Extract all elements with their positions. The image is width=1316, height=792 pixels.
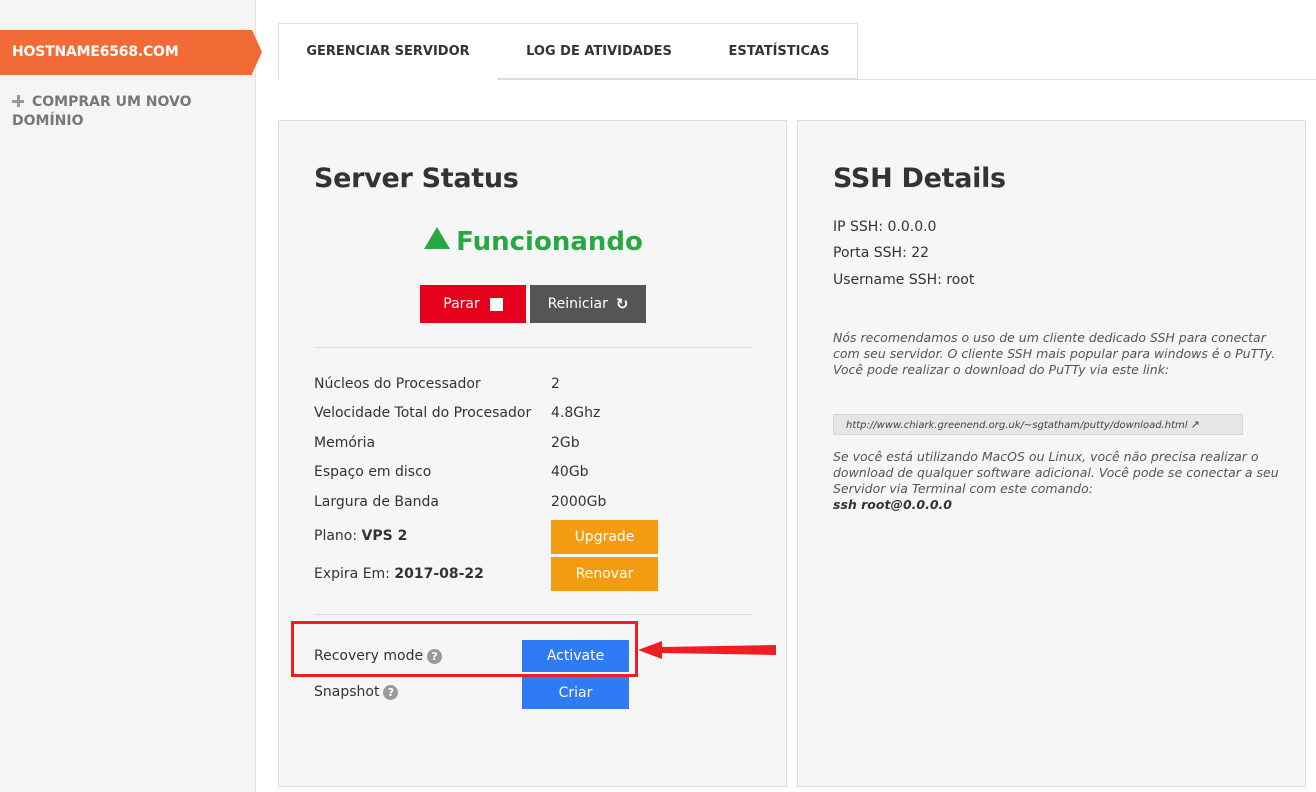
expires-row: Expira Em: 2017-08-22 — [314, 566, 484, 582]
renew-label: Renovar — [575, 566, 634, 582]
divider — [314, 347, 752, 348]
create-snapshot-button[interactable]: Criar — [522, 677, 629, 709]
highlight-arrow-icon — [638, 641, 776, 659]
external-link-icon: ↗ — [1190, 418, 1200, 431]
sidebar: HOSTNAME6568.COM COMPRAR UM NOVO DOMÍNIO — [0, 0, 262, 792]
tab-log-atividades[interactable]: LOG DE ATIVIDADES — [497, 23, 702, 79]
plus-icon — [12, 95, 24, 107]
spec-label: Velocidade Total do Procesador — [314, 405, 532, 421]
plan-value: VPS 2 — [361, 528, 408, 544]
sidebar-item-domain[interactable]: HOSTNAME6568.COM — [0, 30, 262, 75]
sidebar-item-label: HOSTNAME6568.COM — [12, 44, 179, 60]
server-status-title: Server Status — [314, 163, 519, 194]
spec-label: Largura de Banda — [314, 494, 439, 510]
spec-value: 40Gb — [551, 464, 589, 480]
restart-button[interactable]: Reiniciar ↻ — [530, 285, 646, 323]
divider — [314, 614, 752, 615]
create-label: Criar — [558, 685, 593, 701]
ssh-port: Porta SSH: 22 — [833, 245, 930, 261]
putty-download-link[interactable]: http://www.chiark.greenend.org.uk/~sgtat… — [833, 414, 1243, 435]
spec-value: 2Gb — [551, 435, 580, 451]
mac-linux-text: Se você está utilizando MacOS ou Linux, … — [833, 449, 1279, 496]
tab-label: GERENCIAR SERVIDOR — [306, 44, 470, 59]
stop-button[interactable]: Parar — [420, 285, 526, 323]
arrow-up-icon — [424, 227, 451, 249]
help-icon[interactable]: ? — [383, 685, 399, 700]
plan-label: Plano: — [314, 528, 358, 544]
spec-label: Espaço em disco — [314, 464, 432, 480]
stop-label: Parar — [443, 296, 480, 312]
server-status-panel: Server Status Funcionando Parar Reinicia… — [278, 120, 787, 787]
plan-row: Plano: VPS 2 — [314, 528, 407, 544]
spec-label: Memória — [314, 435, 376, 451]
snapshot-row: Snapshot? — [314, 684, 399, 700]
stop-icon — [489, 297, 503, 311]
tab-label: LOG DE ATIVIDADES — [526, 43, 672, 59]
ssh-recommendation: Nós recomendamos o uso de um cliente ded… — [833, 330, 1276, 377]
ssh-details-panel: SSH Details IP SSH: 0.0.0.0 Porta SSH: 2… — [797, 120, 1306, 787]
ssh-details-title: SSH Details — [833, 163, 1006, 194]
status-text: Funcionando — [456, 227, 643, 257]
renew-button[interactable]: Renovar — [551, 557, 658, 591]
tab-estatisticas[interactable]: ESTATÍSTICAS — [701, 23, 858, 79]
tab-label: ESTATÍSTICAS — [728, 43, 830, 59]
highlight-box — [291, 621, 638, 677]
snapshot-label: Snapshot — [314, 684, 380, 700]
server-status-indicator: Funcionando — [279, 227, 788, 257]
ssh-command: ssh root@0.0.0.0 — [833, 497, 952, 512]
restart-label: Reiniciar — [547, 296, 608, 312]
spec-value: 4.8Ghz — [551, 405, 601, 421]
expires-label: Expira Em: — [314, 566, 390, 582]
refresh-icon: ↻ — [615, 295, 629, 313]
buy-domain-link[interactable]: COMPRAR UM NOVO DOMÍNIO — [12, 93, 242, 131]
tab-gerenciar-servidor[interactable]: GERENCIAR SERVIDOR — [278, 23, 498, 80]
spec-label: Núcleos do Processador — [314, 376, 481, 392]
ssh-mac-linux-note: Se você está utilizando MacOS ou Linux, … — [833, 449, 1283, 513]
expires-value: 2017-08-22 — [394, 566, 484, 582]
ssh-ip: IP SSH: 0.0.0.0 — [833, 219, 937, 235]
spec-value: 2000Gb — [551, 494, 607, 510]
spec-value: 2 — [551, 376, 560, 392]
putty-link-text: http://www.chiark.greenend.org.uk/~sgtat… — [846, 420, 1188, 431]
buy-domain-label: COMPRAR UM NOVO DOMÍNIO — [12, 94, 192, 129]
upgrade-label: Upgrade — [574, 529, 635, 545]
ssh-username: Username SSH: root — [833, 272, 975, 288]
upgrade-button[interactable]: Upgrade — [551, 520, 658, 554]
